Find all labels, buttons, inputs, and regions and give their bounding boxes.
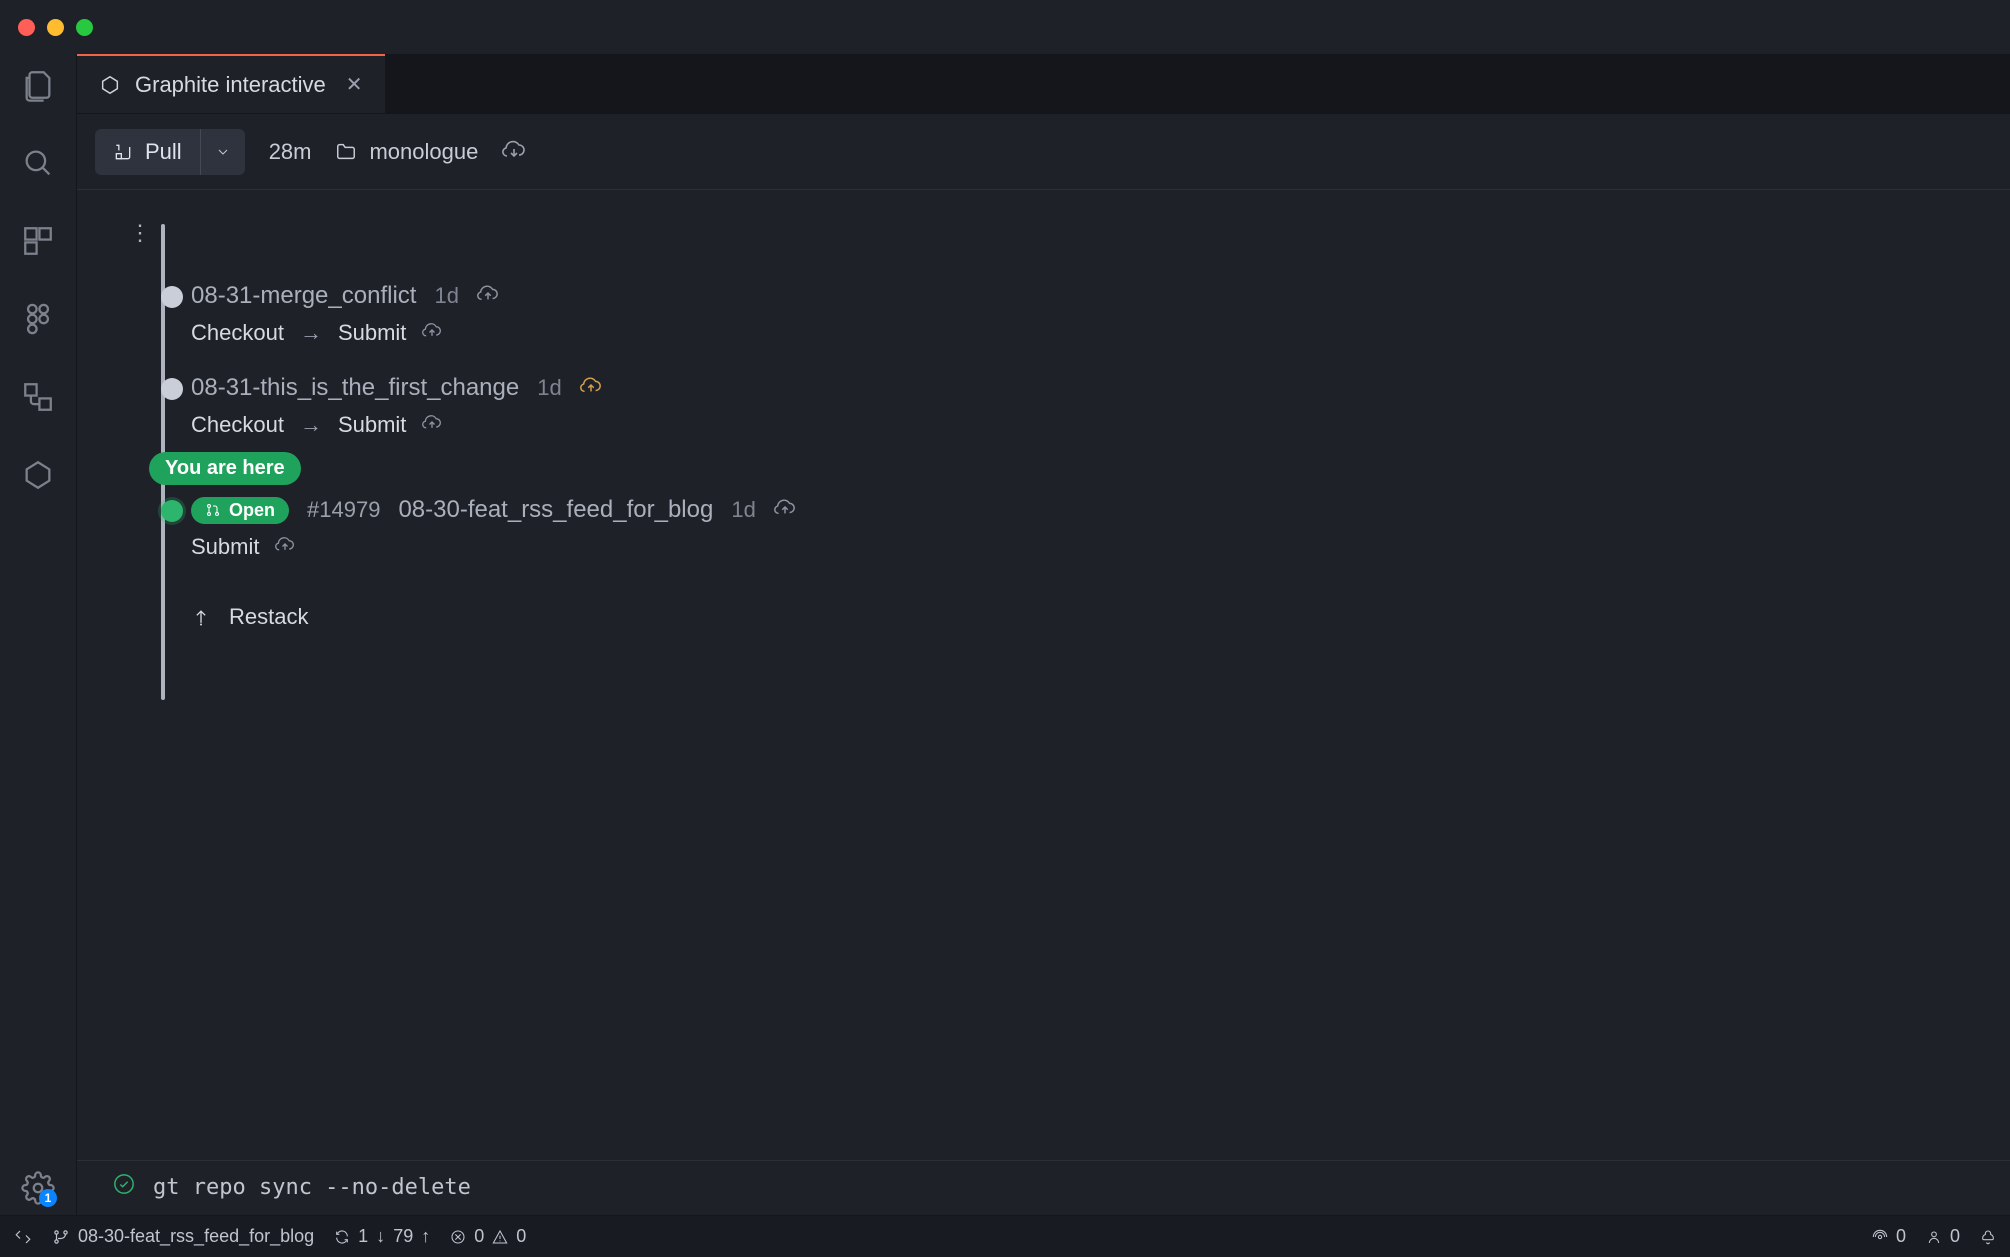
branch-node[interactable] bbox=[161, 378, 183, 400]
cloud-upload-icon[interactable] bbox=[477, 282, 499, 310]
checkout-action[interactable]: Checkout bbox=[191, 412, 284, 438]
branch-name[interactable]: 08-31-this_is_the_first_change bbox=[191, 374, 519, 402]
stack-view: ⋮ 08-31-merge_conflict 1d Checkout → bbox=[77, 190, 2010, 1160]
pull-label: Pull bbox=[145, 139, 182, 165]
live-share-count: 0 bbox=[1950, 1226, 1960, 1247]
cloud-upload-icon[interactable] bbox=[275, 534, 295, 560]
up-arrow-icon: ↑ bbox=[421, 1226, 430, 1247]
branch-graph: ⋮ 08-31-merge_conflict 1d Checkout → bbox=[117, 220, 1980, 750]
outgoing-count: 79 bbox=[393, 1226, 413, 1247]
branch-row: 08-31-this_is_the_first_change 1d Checko… bbox=[127, 374, 1980, 438]
status-notifications[interactable] bbox=[1980, 1229, 1996, 1245]
pull-button[interactable]: Pull bbox=[95, 129, 201, 175]
sync-icon bbox=[334, 1229, 350, 1245]
toolbar: Pull 28m monologue bbox=[77, 114, 2010, 190]
pr-status-badge[interactable]: Open bbox=[191, 497, 289, 524]
branch-row-current: You are here Open #14979 08-30-feat_rss_… bbox=[127, 496, 1980, 560]
ports-icon[interactable] bbox=[21, 380, 55, 414]
pr-status-label: Open bbox=[229, 500, 275, 521]
status-sync[interactable]: 1 ↓ 79 ↑ bbox=[334, 1226, 430, 1247]
branch-row: 08-31-merge_conflict 1d Checkout → Submi… bbox=[127, 282, 1980, 346]
submit-action[interactable]: Submit bbox=[191, 534, 259, 560]
extensions-icon[interactable] bbox=[21, 224, 55, 258]
error-icon bbox=[450, 1229, 466, 1245]
settings-badge: 1 bbox=[39, 1189, 57, 1207]
graphite-tab-icon bbox=[99, 74, 121, 96]
status-bar: 08-30-feat_rss_feed_for_blog 1 ↓ 79 ↑ 0 0 … bbox=[0, 1215, 2010, 1257]
repo-name: monologue bbox=[369, 139, 478, 165]
window-titlebar bbox=[0, 0, 2010, 54]
bell-icon bbox=[1980, 1229, 1996, 1245]
settings-icon[interactable]: 1 bbox=[21, 1171, 55, 1205]
branch-age: 1d bbox=[434, 283, 458, 309]
branch-node[interactable] bbox=[161, 286, 183, 308]
status-branch[interactable]: 08-30-feat_rss_feed_for_blog bbox=[52, 1226, 314, 1247]
cloud-upload-icon[interactable] bbox=[774, 496, 796, 524]
restack-arrow-icon bbox=[191, 607, 211, 627]
submit-action[interactable]: Submit bbox=[338, 412, 406, 438]
branch-age: 1d bbox=[537, 375, 561, 401]
broadcast-icon bbox=[1872, 1229, 1888, 1245]
activity-bar: 1 bbox=[0, 54, 76, 1215]
files-icon[interactable] bbox=[21, 68, 55, 102]
restack-action-row[interactable]: Restack bbox=[127, 604, 1980, 630]
traffic-light-close[interactable] bbox=[18, 19, 35, 36]
arrow-right-icon: → bbox=[300, 320, 322, 346]
cloud-download-icon[interactable] bbox=[502, 137, 526, 167]
graphite-icon[interactable] bbox=[21, 458, 55, 492]
checkout-action[interactable]: Checkout bbox=[191, 320, 284, 346]
branch-name[interactable]: 08-30-feat_rss_feed_for_blog bbox=[398, 496, 713, 524]
tab-row: Graphite interactive ✕ bbox=[77, 54, 2010, 114]
tab-graphite-interactive[interactable]: Graphite interactive ✕ bbox=[77, 54, 385, 113]
branch-age: 1d bbox=[731, 497, 755, 523]
submit-action[interactable]: Submit bbox=[338, 320, 406, 346]
last-command-line: gt repo sync --no-delete bbox=[77, 1160, 2010, 1215]
check-circle-icon bbox=[113, 1173, 135, 1201]
more-above-icon[interactable]: ⋮ bbox=[127, 220, 1980, 246]
cloud-upload-icon[interactable] bbox=[580, 374, 602, 402]
pull-dropdown[interactable] bbox=[201, 129, 245, 175]
app-root: 1 Graphite interactive ✕ Pull bbox=[0, 54, 2010, 1215]
last-sync-time: 28m bbox=[269, 139, 312, 165]
person-icon bbox=[1926, 1229, 1942, 1245]
folder-icon bbox=[335, 141, 357, 163]
errors-count: 0 bbox=[474, 1226, 484, 1247]
cloud-upload-icon[interactable] bbox=[422, 320, 442, 346]
branch-node[interactable] bbox=[161, 500, 183, 522]
editor-area: Graphite interactive ✕ Pull 28m monologu… bbox=[76, 54, 2010, 1215]
tab-label: Graphite interactive bbox=[135, 72, 326, 98]
command-text: gt repo sync --no-delete bbox=[153, 1175, 471, 1200]
you-are-here-badge: You are here bbox=[149, 452, 301, 485]
cloud-upload-icon[interactable] bbox=[422, 412, 442, 438]
traffic-light-minimize[interactable] bbox=[47, 19, 64, 36]
status-live-share[interactable]: 0 bbox=[1926, 1226, 1960, 1247]
search-icon[interactable] bbox=[21, 146, 55, 180]
down-arrow-icon: ↓ bbox=[376, 1226, 385, 1247]
arrow-right-icon: → bbox=[300, 412, 322, 438]
warning-icon bbox=[492, 1229, 508, 1245]
status-problems[interactable]: 0 0 bbox=[450, 1226, 526, 1247]
pull-button-group: Pull bbox=[95, 129, 245, 175]
remote-indicator[interactable] bbox=[14, 1228, 32, 1246]
status-ports[interactable]: 0 bbox=[1872, 1226, 1906, 1247]
status-branch-name: 08-30-feat_rss_feed_for_blog bbox=[78, 1226, 314, 1247]
traffic-light-zoom[interactable] bbox=[76, 19, 93, 36]
repo-selector[interactable]: monologue bbox=[335, 139, 478, 165]
branch-name[interactable]: 08-31-merge_conflict bbox=[191, 282, 416, 310]
warnings-count: 0 bbox=[516, 1226, 526, 1247]
incoming-count: 1 bbox=[358, 1226, 368, 1247]
figma-icon[interactable] bbox=[21, 302, 55, 336]
ports-count: 0 bbox=[1896, 1226, 1906, 1247]
restack-label: Restack bbox=[229, 604, 308, 630]
pr-number[interactable]: #14979 bbox=[307, 497, 380, 523]
close-icon[interactable]: ✕ bbox=[346, 72, 363, 97]
